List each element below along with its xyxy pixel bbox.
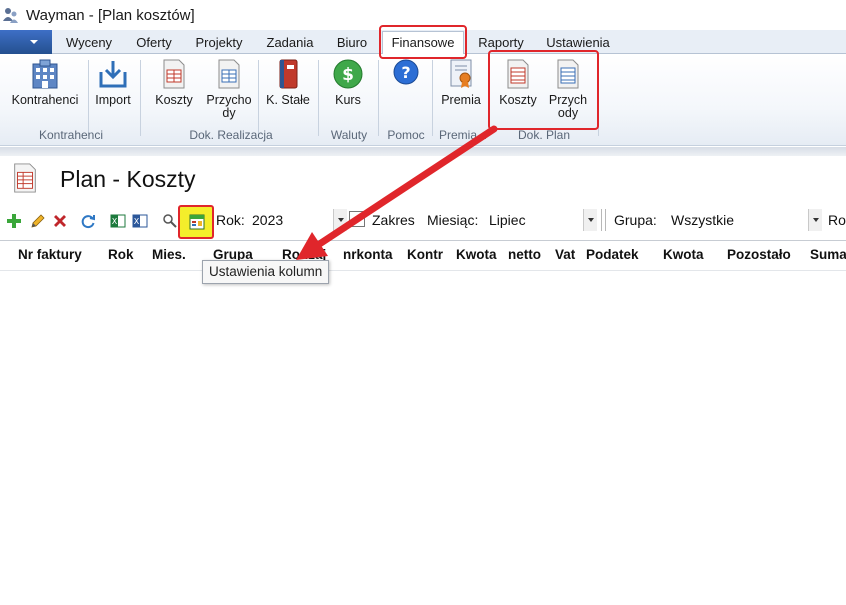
miesiac-label: Miesiąc: [427,212,479,228]
column-header-podatek[interactable]: Podatek [586,247,639,262]
find-icon[interactable] [162,213,178,229]
tab-biuro[interactable]: Biuro [330,33,374,54]
delete-icon[interactable] [52,213,68,229]
tab-zadania[interactable]: Zadania [260,33,320,54]
ribbon-separator [88,60,89,136]
excel-import-icon[interactable]: X [132,213,148,229]
column-header-vat[interactable]: Vat [555,247,575,262]
koszty-button[interactable]: Koszty [150,58,198,124]
highlight-dok-plan-group [488,50,599,130]
svg-text:?: ? [401,63,410,82]
ribbon-separator [318,60,319,136]
document-table-icon [218,59,240,89]
ribbon-separator [432,60,433,136]
svg-text:$: $ [342,65,354,85]
group-label-dok-realizacja: Dok. Realizacja [189,128,273,142]
toolbar-separator [605,209,606,231]
svg-text:X: X [134,217,140,226]
svg-text:X: X [112,217,118,226]
grupa-label: Grupa: [614,212,657,228]
certificate-icon [450,59,472,88]
przychody-button[interactable]: Przycho dy [203,58,255,124]
group-label-premia: Premia... [438,128,487,142]
grupa-select[interactable]: Wszystkie [671,212,734,228]
rok-spinner[interactable] [333,209,347,231]
group-label-waluty: Waluty [330,128,368,142]
column-header-nr-faktury[interactable]: Nr faktury [18,247,82,262]
column-header-nrkonta[interactable]: nrkonta [343,247,393,262]
refresh-icon[interactable] [80,213,96,229]
column-header-kwota[interactable]: Kwota [456,247,497,262]
ro-label: Ro [828,212,846,228]
data-grid[interactable] [0,271,846,605]
group-label-kontrahenci: Kontrahenci [38,128,104,142]
column-header-kontr[interactable]: Kontr [407,247,443,262]
column-header-netto[interactable]: netto [508,247,541,262]
column-header-mies[interactable]: Mies. [152,247,186,262]
zakres-checkbox[interactable] [349,211,365,227]
ribbon-panel: Kontrahenci Import Koszty Przycho dy K. … [0,54,846,146]
k-stale-button[interactable]: K. Stałe [262,58,314,124]
column-settings-button[interactable] [178,205,214,239]
rok-input[interactable]: 2023 [252,212,283,228]
binder-icon [279,59,298,89]
application-menu-button[interactable] [0,30,52,54]
highlight-finansowe-tab [379,25,467,59]
ribbon-separator [378,60,379,136]
help-button[interactable]: ? [384,58,428,124]
chevron-down-icon [30,40,38,44]
dollar-coin-icon: $ [333,59,363,89]
column-settings-icon [189,214,205,230]
chevron-down-icon [338,218,344,222]
ribbon-divider [0,147,846,156]
help-icon: ? [393,59,419,85]
przychody-label-line2: dy [222,106,236,120]
grupa-dropdown-button[interactable] [808,209,822,231]
column-header-suma[interactable]: Suma [810,247,846,262]
building-icon [32,59,58,89]
chevron-down-icon [813,218,819,222]
add-icon[interactable] [6,213,22,229]
kontrahenci-label: Kontrahenci [11,93,79,107]
grid-border [0,240,846,241]
tab-projekty[interactable]: Projekty [188,33,250,54]
premia-button[interactable]: Premia [436,58,486,124]
document-table-icon [14,163,36,193]
group-label-pomoc: Pomoc [387,128,425,142]
excel-export-icon[interactable]: X [110,213,126,229]
window-title: Wayman - [Plan kosztów] [26,6,195,24]
document-table-icon [163,59,185,89]
k-stale-label: K. Stałe [266,93,310,107]
import-button[interactable]: Import [90,58,136,124]
tab-wyceny[interactable]: Wyceny [58,33,120,54]
chevron-down-icon [588,218,594,222]
kontrahenci-button[interactable]: Kontrahenci [6,58,84,124]
zakres-label: Zakres [372,212,415,228]
kurs-label: Kurs [335,93,361,107]
tab-oferty[interactable]: Oferty [128,33,180,54]
app-logo-icon [3,8,18,23]
premia-label: Premia [441,93,481,107]
rok-label: Rok: [216,212,245,228]
page-title: Plan - Koszty [60,166,196,192]
group-label-dok-plan: Dok. Plan [517,128,571,142]
column-header-kwota-2[interactable]: Kwota [663,247,704,262]
miesiac-dropdown-button[interactable] [583,209,597,231]
kurs-button[interactable]: $ Kurs [326,58,370,124]
import-label: Import [95,93,131,107]
ribbon-separator [258,60,259,136]
edit-pencil-icon[interactable] [30,213,46,229]
ribbon-separator [140,60,141,136]
column-header-pozostalo[interactable]: Pozostało [727,247,791,262]
import-icon [99,61,127,88]
miesiac-select[interactable]: Lipiec [489,212,526,228]
app-window: Wayman - [Plan kosztów] Wyceny Oferty Pr… [0,0,846,605]
column-header-rok[interactable]: Rok [108,247,134,262]
tooltip: Ustawienia kolumn [202,260,330,284]
toolbar-separator [601,209,602,231]
koszty-label: Koszty [155,93,193,107]
